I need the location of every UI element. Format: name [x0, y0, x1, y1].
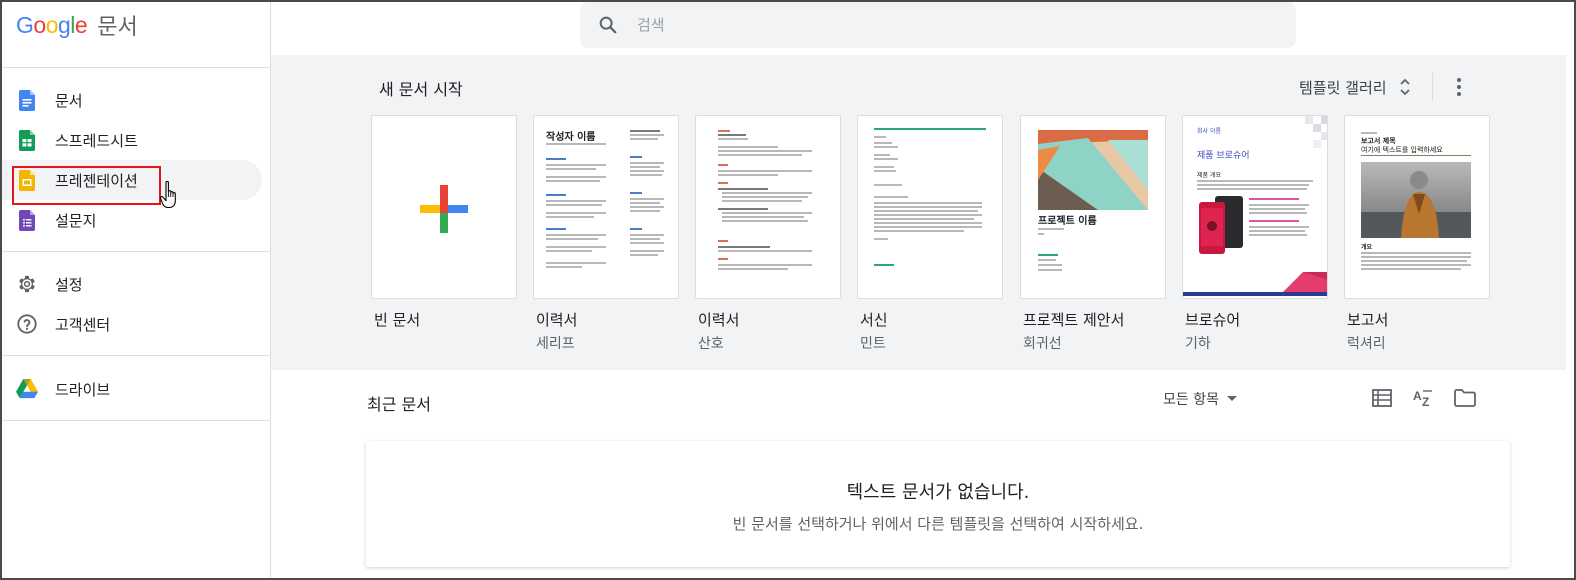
forms-icon [16, 209, 38, 231]
empty-state-card: 텍스트 문서가 없습니다. 빈 문서를 선택하거나 위에서 다른 템플릿을 선택… [366, 441, 1510, 567]
template-thumbnail [371, 115, 517, 299]
slides-icon [16, 169, 38, 191]
template-report-luxury[interactable]: 보고서 제목 여기에 텍스트를 입력하세요 개요 보고서 럭셔리 [1344, 115, 1490, 353]
recent-documents-title: 최근 문서 [367, 395, 431, 414]
template-gallery-button[interactable]: 템플릿 갤러리 [1299, 75, 1411, 99]
sheets-icon [16, 129, 38, 151]
thumb-brochure-company: 회사 이름 [1197, 128, 1221, 135]
sidebar-item-label: 문서 [55, 91, 83, 110]
list-view-icon[interactable] [1370, 386, 1394, 410]
owner-filter-dropdown[interactable]: 모든 항목 [1163, 389, 1237, 409]
template-style: 산호 [698, 336, 724, 352]
svg-text:Z: Z [1422, 395, 1429, 408]
template-gallery-label: 템플릿 갤러리 [1299, 78, 1387, 97]
sort-az-icon[interactable]: AZ [1411, 386, 1435, 410]
brochure-footer-graphic [1183, 272, 1327, 296]
gear-icon [16, 273, 38, 295]
sidebar-item-settings[interactable]: 설정 [0, 264, 262, 304]
folder-picker-icon[interactable] [1453, 386, 1477, 410]
brand[interactable]: Google 문서 [16, 8, 138, 42]
sidebar-item-docs[interactable]: 문서 [0, 80, 262, 120]
thumb-brochure-sub: 제품 개요 [1197, 172, 1221, 179]
template-style: 기하 [1185, 336, 1211, 352]
template-thumbnail: 회사 이름 제품 브로슈어 제품 개요 [1182, 115, 1328, 299]
sidebar-item-sheets[interactable]: 스프레드시트 [0, 120, 262, 160]
template-name: 이력서 [698, 311, 740, 329]
template-section: 새 문서 시작 템플릿 갤러리 빈 문서 작성자 이름 이력서 세리프 이력서 … [271, 55, 1566, 370]
thumb-brochure-title: 제품 브로슈어 [1197, 151, 1250, 161]
template-name: 서신 [860, 311, 888, 329]
sidebar-item-forms[interactable]: 설문지 [0, 200, 262, 240]
help-icon [16, 313, 38, 335]
more-options-icon[interactable] [1447, 75, 1471, 99]
template-thumbnail [695, 115, 841, 299]
thumb-proposal-title: 프로젝트 이름 [1038, 216, 1097, 227]
template-name: 브로슈어 [1185, 311, 1241, 329]
docs-icon [16, 89, 38, 111]
thumb-report-sub: 여기에 텍스트를 입력하세요 [1361, 146, 1443, 154]
sidebar-divider [0, 67, 270, 68]
template-thumbnail: 작성자 이름 [533, 115, 679, 299]
search-bar[interactable] [580, 2, 1296, 48]
thumb-resume-name: 작성자 이름 [546, 132, 596, 143]
template-name: 프로젝트 제안서 [1023, 311, 1125, 329]
sidebar: Google 문서 문서 스프레드시트 프레젠테이션 설문지 설정 고객센터 드… [0, 0, 271, 580]
sidebar-item-drive[interactable]: 드라이브 [0, 369, 262, 409]
report-photo [1361, 162, 1471, 238]
template-thumbnail: 프로젝트 이름 [1020, 115, 1166, 299]
svg-text:A: A [1413, 389, 1422, 403]
template-style: 세리프 [536, 336, 575, 352]
drive-icon [16, 378, 38, 400]
template-thumbnail: 보고서 제목 여기에 텍스트를 입력하세요 개요 [1344, 115, 1490, 299]
search-icon[interactable] [597, 14, 619, 36]
sidebar-item-label: 드라이브 [55, 380, 111, 399]
sidebar-divider [0, 420, 270, 421]
plus-icon [420, 185, 468, 233]
sidebar-divider [0, 355, 270, 356]
filter-label: 모든 항목 [1163, 392, 1219, 408]
template-style: 민트 [860, 336, 886, 352]
template-brochure[interactable]: 회사 이름 제품 브로슈어 제품 개요 브로슈어 기하 [1182, 115, 1328, 353]
template-style: 회귀선 [1023, 336, 1062, 352]
thumb-report-section: 개요 [1361, 244, 1373, 251]
template-project-proposal[interactable]: 프로젝트 이름 프로젝트 제안서 회귀선 [1020, 115, 1166, 353]
dropdown-arrow-icon [1226, 396, 1237, 401]
template-name: 빈 문서 [374, 311, 421, 329]
search-input[interactable] [637, 16, 1257, 34]
google-logo: Google [16, 11, 88, 38]
template-style: 럭셔리 [1347, 336, 1386, 352]
sidebar-item-label: 설정 [55, 275, 83, 294]
empty-state-title: 텍스트 문서가 없습니다. [846, 482, 1030, 503]
divider [1432, 73, 1433, 101]
sidebar-item-help[interactable]: 고객센터 [0, 304, 262, 344]
template-resume-serif[interactable]: 작성자 이름 이력서 세리프 [533, 115, 679, 353]
app-title: 문서 [97, 15, 138, 40]
sidebar-item-label: 고객센터 [55, 315, 111, 334]
empty-state-message: 빈 문서를 선택하거나 위에서 다른 템플릿을 선택하여 시작하세요. [732, 515, 1144, 533]
phone-image [1199, 196, 1243, 254]
template-letter-mint[interactable]: 서신 민트 [857, 115, 1003, 353]
sidebar-divider [0, 251, 270, 252]
proposal-cover-graphic [1038, 130, 1148, 210]
template-section-title: 새 문서 시작 [379, 80, 463, 99]
sidebar-item-label: 스프레드시트 [55, 131, 138, 150]
unfold-icon [1399, 78, 1410, 96]
sidebar-item-label: 설문지 [55, 211, 97, 230]
sidebar-item-label: 프레젠테이션 [55, 171, 138, 190]
sidebar-item-slides[interactable]: 프레젠테이션 [0, 160, 262, 200]
template-thumbnail [857, 115, 1003, 299]
template-name: 보고서 [1347, 311, 1389, 329]
template-resume-coral[interactable]: 이력서 산호 [695, 115, 841, 353]
template-blank[interactable]: 빈 문서 [371, 115, 517, 330]
template-name: 이력서 [536, 311, 578, 329]
